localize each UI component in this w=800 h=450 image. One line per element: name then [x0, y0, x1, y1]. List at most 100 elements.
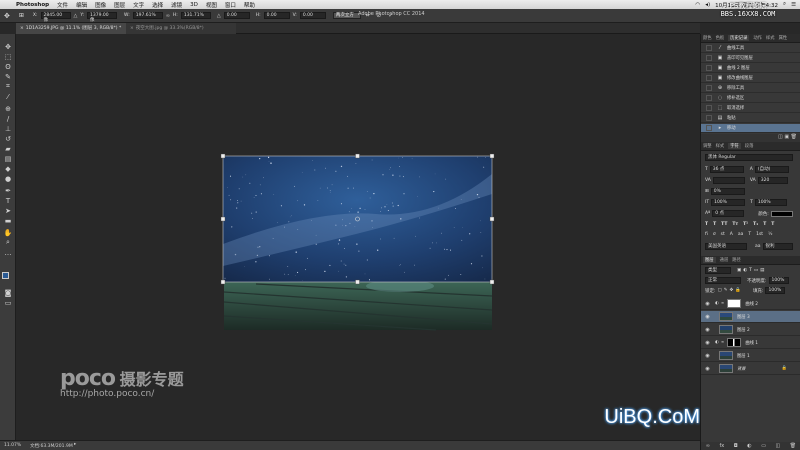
more-tools-icon[interactable]: … [3, 248, 13, 257]
menu-type[interactable]: 文字 [133, 1, 144, 9]
stamp-tool-icon[interactable]: ⊥ [3, 124, 13, 133]
visibility-eye-icon[interactable]: ◉ [704, 353, 711, 359]
eyedropper-tool-icon[interactable]: ⁄ [3, 92, 13, 101]
trash-icon[interactable]: 🗑 [791, 134, 797, 140]
blur-tool-icon[interactable]: ◆ [3, 164, 13, 173]
fraction2-icon[interactable]: ½ [768, 232, 772, 237]
menu-layer[interactable]: 图层 [114, 1, 125, 9]
delete-layer-icon[interactable]: 🗑 [790, 443, 796, 449]
zoom-tool-icon[interactable]: ⌕ [3, 238, 13, 247]
history-item[interactable]: ▣ 曲线 2 图层 [701, 64, 800, 73]
baseline-field[interactable]: 0 点 [712, 210, 745, 217]
visibility-eye-icon[interactable]: ◉ [704, 366, 711, 372]
blend-mode-select[interactable]: 正常 [705, 277, 741, 284]
h-skew-field[interactable]: 0.00 [263, 12, 290, 19]
leading-field[interactable]: (自动) [754, 166, 789, 173]
history-checkbox[interactable] [706, 125, 712, 131]
underline-icon[interactable]: T [763, 222, 766, 227]
text-color-swatch[interactable] [770, 210, 793, 217]
history-item[interactable]: ▣ 修改曲线图层 [701, 74, 800, 83]
close-icon[interactable]: × [20, 26, 24, 31]
layer-mask-thumbnail[interactable] [727, 338, 742, 347]
layer-row[interactable]: ◉ 图层 2 [701, 324, 800, 336]
fraction-icon[interactable]: 1st [756, 232, 763, 237]
h-field[interactable]: 131.71% [180, 12, 211, 19]
brush-tool-icon[interactable]: / [3, 114, 13, 123]
history-item[interactable]: ⁄ 曲线工具 [701, 44, 800, 53]
zoom-level[interactable]: 11.07% [4, 443, 21, 448]
layer-row-selected[interactable]: ◉ 图层 3 [701, 311, 800, 323]
layer-row[interactable]: ◉ 图层 1 [701, 350, 800, 362]
history-checkbox[interactable] [706, 75, 712, 81]
history-checkbox[interactable] [706, 115, 712, 121]
tab-history[interactable]: 历史记录 [728, 35, 750, 41]
tab-paragraph[interactable]: 段落 [745, 143, 754, 149]
visibility-eye-icon[interactable]: ◉ [704, 301, 711, 307]
reference-point-icon[interactable]: ⊞ [19, 12, 24, 19]
menu-3d[interactable]: 3D [190, 2, 198, 8]
link-xy-icon[interactable]: △ [74, 13, 78, 19]
link-wh-icon[interactable]: ∞ [166, 13, 170, 19]
crop-tool-icon[interactable]: ⌗ [3, 82, 13, 91]
v-skew-field[interactable]: 0.00 [299, 12, 326, 19]
ordinal-icon[interactable]: T [748, 232, 751, 237]
all-caps-icon[interactable]: TT [721, 222, 727, 227]
hand-tool-icon[interactable]: ✋ [3, 228, 13, 237]
layer-mask-thumbnail[interactable] [727, 299, 742, 308]
fill-field[interactable]: 100% [765, 287, 786, 294]
menu-image[interactable]: 图像 [95, 1, 106, 9]
y-field[interactable]: 1379.00 像 [87, 12, 118, 23]
status-arrow-icon[interactable]: ▸ [74, 442, 76, 447]
tab-properties[interactable]: 属性 [779, 35, 788, 41]
opacity-field[interactable]: 100% [768, 277, 789, 284]
quick-mask-icon[interactable]: ◙ [3, 288, 13, 297]
move-tool-options-icon[interactable]: ✥ [4, 12, 10, 20]
small-caps-icon[interactable]: Tт [732, 222, 738, 227]
history-item[interactable]: ⊕ 移除工具 [701, 84, 800, 93]
angle-field[interactable]: 0.00 [223, 12, 250, 19]
ligature-icon[interactable]: fi [705, 232, 708, 237]
tab-adjustments[interactable]: 调整 [703, 143, 712, 149]
canvas-area[interactable]: poco 摄影专题 http://photo.poco.cn/ UiBQ.CoM [16, 34, 700, 440]
add-mask-icon[interactable]: ◘ [734, 443, 738, 449]
camera-icon[interactable]: ▣ [784, 134, 789, 140]
layer-thumbnail[interactable] [719, 351, 733, 360]
history-checkbox[interactable] [706, 85, 712, 91]
new-layer-icon[interactable]: ◫ [775, 443, 780, 449]
tracking-field[interactable]: 320 [757, 177, 788, 184]
history-item[interactable]: ▣ 盖印可见图层 [701, 54, 800, 63]
tab-layers[interactable]: 图层 [703, 257, 716, 263]
foreground-color-swatch[interactable] [2, 272, 9, 279]
oldstyle-icon[interactable]: ơ [713, 232, 716, 237]
visibility-eye-icon[interactable]: ◉ [704, 340, 711, 346]
adjustment-icon[interactable]: ◐ [747, 443, 751, 449]
filter-icons[interactable]: ▣◐T▭▤ [737, 268, 766, 273]
swash-icon[interactable]: st [721, 232, 725, 237]
history-checkbox[interactable] [706, 105, 712, 111]
superscript-icon[interactable]: T¹ [743, 222, 748, 227]
antialias-select[interactable]: 锐利 [762, 243, 793, 250]
group-icon[interactable]: ▭ [761, 443, 766, 449]
new-snapshot-icon[interactable]: ◫ [778, 134, 783, 140]
menu-filter[interactable]: 滤镜 [171, 1, 182, 9]
healing-tool-icon[interactable]: ⊕ [3, 104, 13, 113]
history-checkbox[interactable] [706, 65, 712, 71]
tab-character[interactable]: 字符 [728, 143, 741, 149]
alternate-icon[interactable]: A [730, 232, 733, 237]
history-brush-tool-icon[interactable]: ↺ [3, 134, 13, 143]
fx-icon[interactable]: fx [719, 443, 724, 449]
menu-help[interactable]: 帮助 [244, 1, 255, 9]
menu-view[interactable]: 视图 [206, 1, 217, 9]
history-checkbox[interactable] [706, 95, 712, 101]
history-item[interactable]: ⬚ 取消选择 [701, 104, 800, 113]
w-field[interactable]: 197.61% [132, 12, 163, 19]
eraser-tool-icon[interactable]: ▰ [3, 144, 13, 153]
kerning-field[interactable] [712, 177, 745, 184]
font-size-field[interactable]: 36 点 [709, 166, 744, 173]
move-tool-icon[interactable]: ✥ [3, 42, 13, 51]
tab-styles[interactable]: 样式 [766, 35, 775, 41]
lasso-tool-icon[interactable]: ʘ [3, 62, 13, 71]
layer-row[interactable]: ◉ ◐ ∞ 曲线 2 [701, 298, 800, 310]
type-tool-icon[interactable]: T [3, 196, 13, 205]
history-item[interactable]: ▤ 粘贴 [701, 114, 800, 123]
